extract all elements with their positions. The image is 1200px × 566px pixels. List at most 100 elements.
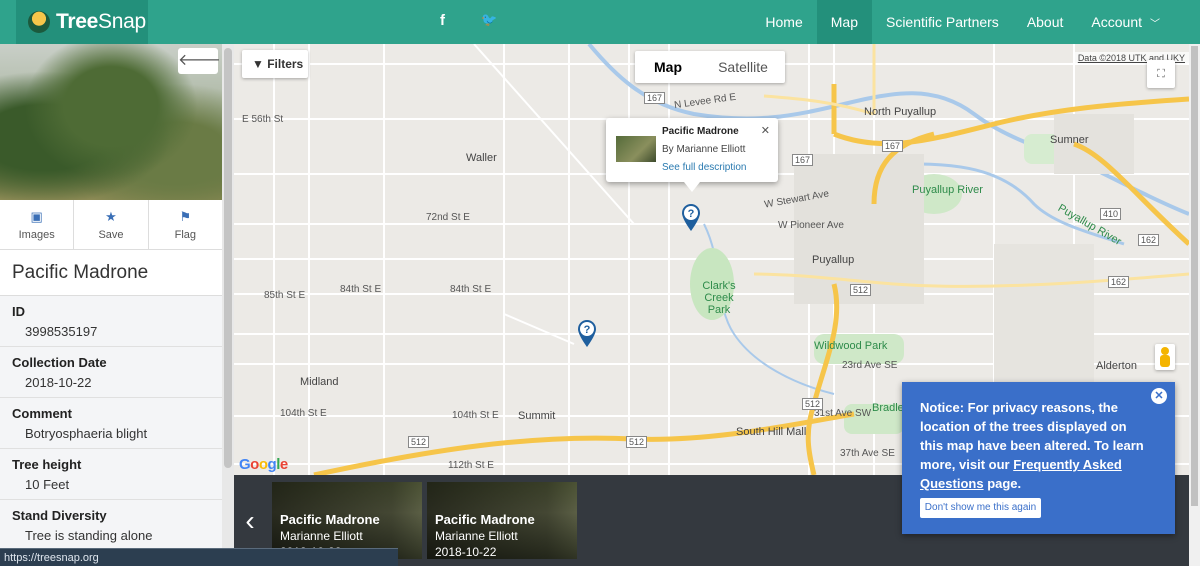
map-label: Puyallup River [912,184,983,196]
nav-about[interactable]: About [1013,0,1078,44]
save-label: Save [98,229,124,241]
notice-text-after: page. [983,476,1022,491]
map-label: Summit [518,410,556,422]
tree-marker-pin[interactable]: ? [680,202,702,232]
field-id: ID 3998535197 [0,296,222,347]
tree-title: Pacific Madrone [0,250,222,296]
flag-button[interactable]: ⚑ Flag [149,200,222,249]
map-label: Midland [300,376,339,388]
map-label: North Puyallup [864,106,937,118]
twitter-icon[interactable]: 🐦 [481,12,497,28]
map-label: Sumner [1050,134,1089,146]
star-icon: ★ [105,209,117,224]
filter-icon: ▼ [252,57,268,71]
route-shield: 167 [644,92,666,104]
route-shield: 512 [802,398,824,410]
route-shield: 162 [1138,234,1160,246]
sidebar-scrollbar[interactable] [222,44,234,566]
tree-marker-pin[interactable]: ? [576,318,598,348]
nav-scientific-partners[interactable]: Scientific Partners [872,0,1013,44]
street-view-pegman-icon[interactable] [1155,344,1175,370]
page-scrollbar-thumb[interactable] [1191,46,1198,506]
tree-photo[interactable]: 🡐 [0,44,222,200]
card-name: Pacific Madrone [280,512,380,527]
route-shield: 167 [792,154,814,166]
map-type-map[interactable]: Map [635,51,701,83]
map-label: E 56th St [242,114,284,125]
images-button[interactable]: ▣ Images [0,200,75,249]
field-label: ID [12,304,25,319]
card-author: Marianne Elliott [435,529,518,543]
close-icon[interactable]: ✕ [761,124,770,137]
google-logo: Google [239,456,288,473]
popup-title: Pacific Madrone [662,126,739,137]
close-icon[interactable]: ✕ [1151,388,1167,404]
browser-status-url: https://treesnap.org [0,548,398,566]
map-label: 104th St E [280,408,327,419]
popup-full-description-link[interactable]: See full description [662,162,747,173]
svg-text:?: ? [688,208,695,220]
map-type-toggle: Map Satellite [635,51,785,83]
route-shield: 410 [1100,208,1122,220]
route-shield: 512 [850,284,872,296]
map-label: Waller [466,152,497,164]
filters-label: Filters [267,57,304,71]
flag-label: Flag [174,229,197,241]
map-label: South Hill Mall [736,426,807,438]
back-button[interactable]: 🡐 [178,48,221,74]
map-type-satellite[interactable]: Satellite [701,51,785,83]
map-label: 23rd Ave SE [842,360,898,371]
map-label: 72nd St E [426,212,470,223]
route-shield: 512 [626,436,648,448]
field-value: Tree is standing alone [25,528,153,543]
popup-author: By Marianne Elliott [662,144,746,155]
route-shield: 167 [882,140,904,152]
nav-links: Home Map Scientific Partners About Accou… [751,0,1200,44]
sidebar-scrollbar-thumb[interactable] [224,48,232,468]
route-shield: 162 [1108,276,1130,288]
images-label: Images [18,229,55,241]
arrow-left-icon: 🡐 [178,52,221,69]
dont-show-again-button[interactable]: Don't show me this again [920,498,1041,518]
map-label: W Pioneer Ave [778,220,844,231]
map-label: Wildwood Park [814,340,888,352]
carousel-card[interactable]: Pacific Madrone Marianne Elliott 2018-10… [427,482,577,559]
field-label: Collection Date [12,355,107,370]
filters-button[interactable]: ▼ Filters [242,50,308,78]
map-label: 84th St E [340,284,382,295]
field-label: Tree height [12,457,82,472]
field-comment: Comment Botryosphaeria blight [0,398,222,449]
field-collection-date: Collection Date 2018-10-22 [0,347,222,398]
card-date: 2018-10-22 [435,545,497,559]
popup-tree-thumbnail[interactable] [616,136,656,162]
map-label: Clark's Creek Park [702,280,736,316]
marker-info-popup: Pacific Madrone By Marianne Elliott See … [606,118,778,192]
tree-logo-icon [28,11,50,33]
card-name: Pacific Madrone [435,512,535,527]
map-label: 112th St E [448,460,494,471]
image-icon: ▣ [30,209,43,224]
nav-home[interactable]: Home [751,0,816,44]
field-value: 2018-10-22 [25,375,92,390]
page-scrollbar[interactable] [1189,44,1200,566]
nav-account[interactable]: Account ﹀ [1077,0,1200,44]
nav-map[interactable]: Map [816,0,872,44]
nav-account-label: Account [1091,14,1142,30]
save-button[interactable]: ★ Save [74,200,149,249]
field-value: 10 Feet [25,477,70,492]
action-bar: ▣ Images ★ Save ⚑ Flag [0,200,222,250]
map-label: 104th St E [452,410,499,421]
tree-details-sidebar: 🡐 ▣ Images ★ Save ⚑ Flag Pacific Madrone… [0,44,222,566]
svg-text:?: ? [584,324,591,336]
top-navbar: TreeSnap f 🐦 Home Map Scientific Partner… [0,0,1200,44]
treesnap-logo[interactable]: TreeSnap [16,0,148,44]
field-stand-diversity: Stand Diversity Tree is standing alone [0,500,222,551]
chevron-down-icon: ﹀ [1150,19,1160,30]
flag-icon: ⚑ [179,209,192,224]
route-shield: 512 [408,436,430,448]
fullscreen-icon[interactable]: ⛶ [1147,60,1175,88]
map-label: Alderton [1096,360,1137,372]
map-label: 85th St E [264,290,306,301]
map-label: 37th Ave SE [840,448,895,459]
facebook-icon[interactable]: f [440,12,445,29]
